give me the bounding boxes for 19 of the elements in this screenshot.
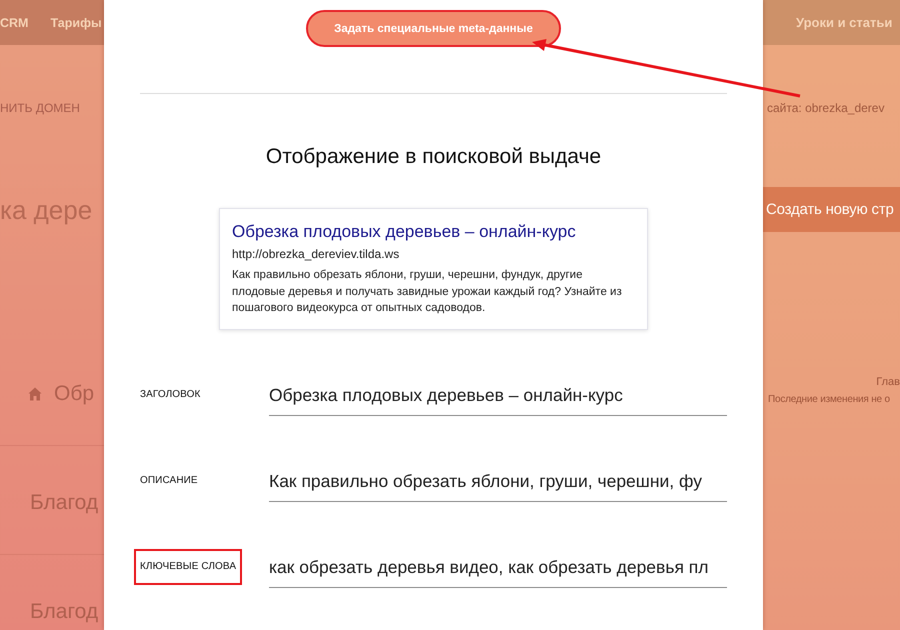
page-status-note: Последние изменения не о: [767, 394, 891, 405]
input-field[interactable]: Обрезка плодовых деревьев – онлайн-курс: [269, 382, 727, 416]
site-address: сайта: obrezka_derev: [766, 100, 884, 114]
input-field[interactable]: как обрезать деревья видео, как обрезать деревья пл: [269, 554, 727, 588]
nav-link[interactable]: Тарифы: [50, 16, 102, 30]
create-page-button[interactable]: Создать новую стр: [763, 187, 900, 232]
page-status-title: Глав: [876, 376, 900, 388]
preview-heading: Отображение в поисковой выдаче: [266, 145, 602, 169]
meta-data-button[interactable]: Задать специальные meta-данные: [306, 10, 561, 47]
result-url: http://obrezka_dereviev.tilda.ws: [232, 246, 400, 262]
field-label: ЗАГОЛОВОК: [140, 388, 200, 402]
field-label: ОПИСАНИЕ: [140, 474, 198, 488]
nav-link[interactable]: CRM: [0, 16, 28, 30]
domain-link[interactable]: НИТЬ ДОМЕН: [0, 100, 80, 114]
result-title: Обрезка плодовых деревьев – онлайн-курс: [232, 221, 577, 243]
nav-link[interactable]: Уроки и статьи: [796, 15, 892, 30]
input-field[interactable]: Как правильно обрезать яблони, груши, черешни, фу: [269, 468, 727, 502]
field-label: КЛЮЧЕВЫЕ СЛОВА: [134, 548, 242, 584]
result-description: Как правильно обрезать яблони, груши, черешни, фундук, другие плодовые деревья и получать завидные урожаи каждый год? Узнайте из пошагового видеокурса от опытных садоводов.: [232, 268, 623, 316]
